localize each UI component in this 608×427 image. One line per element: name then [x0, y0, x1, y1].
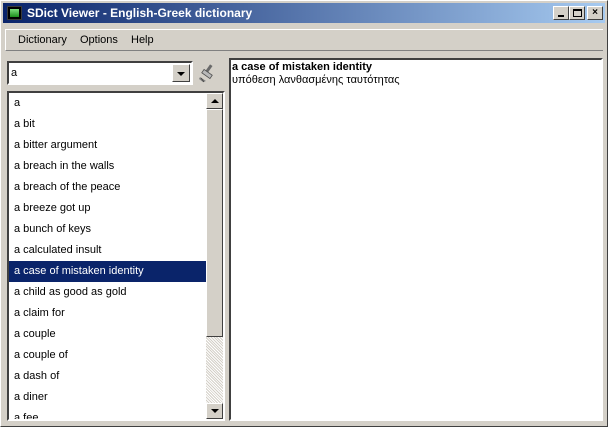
menu-bar: Dictionary Options Help: [5, 29, 603, 51]
menu-help[interactable]: Help: [131, 34, 154, 46]
scroll-thumb[interactable]: [206, 109, 223, 337]
list-item[interactable]: a bit: [9, 114, 207, 135]
search-input[interactable]: [11, 65, 165, 81]
app-dictionary-icon[interactable]: [7, 6, 22, 20]
scroll-down-icon[interactable]: [206, 403, 223, 419]
scroll-up-icon[interactable]: [206, 93, 223, 109]
word-list[interactable]: aa bit a bitter argument a breach in the w…: [7, 91, 225, 421]
list-item[interactable]: a couple: [9, 324, 207, 345]
translation-pane: a case of mistaken identity υπόθεση λανθ…: [229, 58, 603, 421]
list-item[interactable]: a calculated insult: [9, 240, 207, 261]
list-item[interactable]: a breach in the walls: [9, 156, 207, 177]
list-item[interactable]: a dash of: [9, 366, 207, 387]
entry-translation: υπόθεση λανθασμένης ταυτότητας: [232, 74, 400, 86]
menu-options[interactable]: Options: [80, 34, 118, 46]
vertical-scrollbar[interactable]: [206, 93, 223, 419]
word-list-items: aa bit a bitter argument a breach in the w…: [9, 93, 207, 419]
list-item[interactable]: a breeze got up: [9, 198, 207, 219]
list-item[interactable]: a case of mistaken identity: [9, 261, 207, 282]
maximize-button[interactable]: [569, 6, 585, 20]
list-item[interactable]: a couple of: [9, 345, 207, 366]
list-item[interactable]: a bitter argument: [9, 135, 207, 156]
minimize-button[interactable]: [553, 6, 569, 20]
list-item[interactable]: a fee: [9, 408, 207, 419]
list-item[interactable]: a child as good as gold: [9, 282, 207, 303]
list-item[interactable]: a bunch of keys: [9, 219, 207, 240]
close-button[interactable]: ×: [587, 6, 603, 20]
brush-icon[interactable]: [198, 63, 218, 83]
list-item[interactable]: a: [9, 93, 207, 114]
list-item[interactable]: a diner: [9, 387, 207, 408]
chevron-down-icon[interactable]: [172, 64, 190, 82]
window-title: SDict Viewer - English-Greek dictionary: [27, 6, 253, 20]
entry-headword: a case of mistaken identity: [232, 61, 372, 73]
list-item[interactable]: a claim for: [9, 303, 207, 324]
menu-dictionary[interactable]: Dictionary: [18, 34, 67, 46]
title-bar[interactable]: SDict Viewer - English-Greek dictionary …: [3, 3, 605, 23]
main-window: SDict Viewer - English-Greek dictionary …: [0, 0, 608, 427]
search-combobox: [7, 61, 193, 85]
list-item[interactable]: a breach of the peace: [9, 177, 207, 198]
